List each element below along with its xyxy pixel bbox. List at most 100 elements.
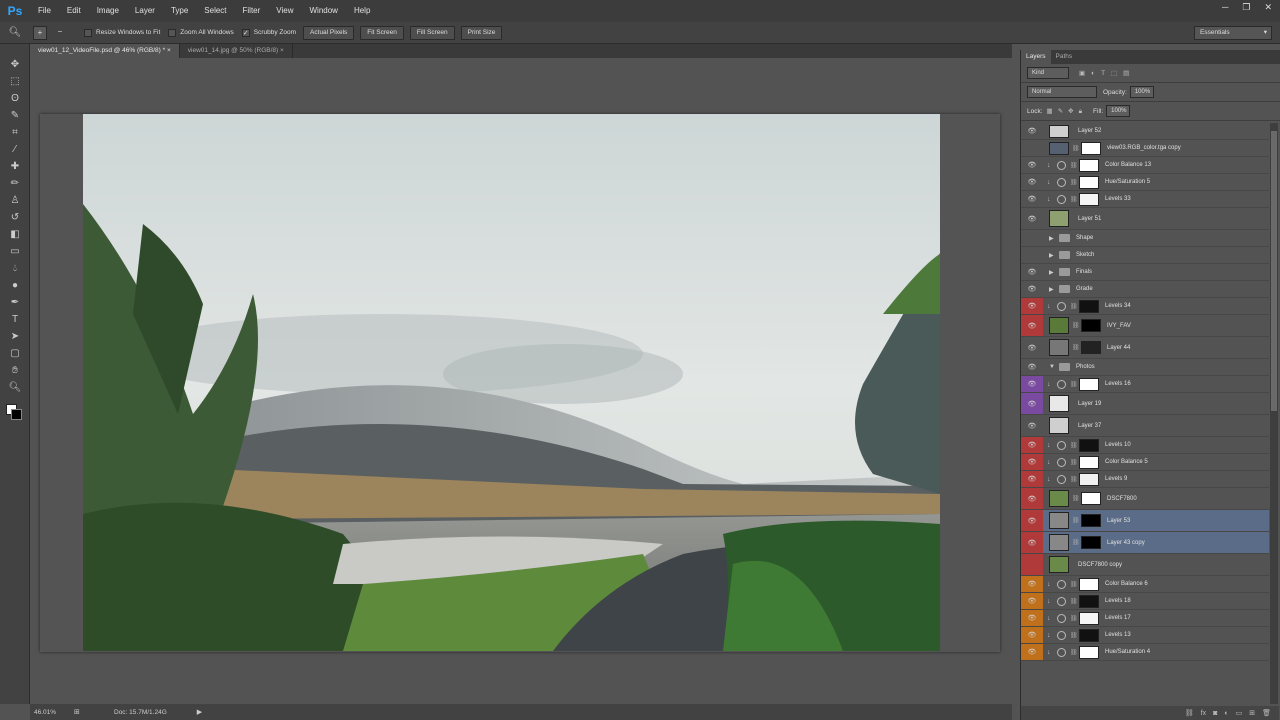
eye-icon[interactable]: 👁︎ <box>1021 510 1043 531</box>
eye-icon[interactable]: 👁︎ <box>1021 644 1043 660</box>
new-layer-icon[interactable]: ⊞ <box>1249 709 1255 717</box>
filter-icons[interactable]: ▣◐T⬚▤ <box>1079 69 1135 77</box>
menu-help[interactable]: Help <box>346 0 378 22</box>
adjustment-icon[interactable]: ◐ <box>1224 710 1228 717</box>
hidden-eye-slot[interactable] <box>1021 247 1043 263</box>
lasso-tool-icon[interactable]: ʘ <box>0 90 30 107</box>
path-select-tool-icon[interactable]: ➤ <box>0 328 30 345</box>
eye-icon[interactable]: 👁︎ <box>1021 191 1043 207</box>
layer-row[interactable]: 👁︎ ↓ ⛓︎ Color Balance 6 <box>1021 576 1269 593</box>
layer-row[interactable]: 👁︎ ↓ ⛓︎ Color Balance 13 <box>1021 157 1269 174</box>
layer-mask-thumbnail[interactable] <box>1081 319 1101 332</box>
layer-thumbnail[interactable] <box>1049 417 1069 434</box>
gradient-tool-icon[interactable]: ▭ <box>0 243 30 260</box>
layer-thumbnail[interactable] <box>1049 512 1069 529</box>
fit-screen-button[interactable]: Fit Screen <box>360 25 404 40</box>
chain-icon[interactable]: ⛓︎ <box>1070 598 1078 605</box>
layer-row[interactable]: 👁︎ Layer 37 <box>1021 415 1269 437</box>
eraser-tool-icon[interactable]: ◧ <box>0 226 30 243</box>
layer-mask-thumbnail[interactable] <box>1079 645 1099 659</box>
layer-kind-filter[interactable]: Kind <box>1027 67 1069 79</box>
layer-row[interactable]: 👁︎ ↓ ⛓︎ Levels 34 <box>1021 298 1269 315</box>
chain-icon[interactable]: ⛓︎ <box>1070 581 1078 588</box>
trash-icon[interactable]: 🗑︎ <box>1262 709 1271 717</box>
layer-mask-thumbnail[interactable] <box>1081 514 1101 527</box>
chain-icon[interactable]: ⛓︎ <box>1070 442 1078 449</box>
layer-mask-thumbnail[interactable] <box>1079 628 1099 642</box>
blend-mode-select[interactable]: Normal <box>1027 86 1097 98</box>
collapsed-arrow-icon[interactable]: ▶ <box>1049 286 1059 293</box>
layer-mask-thumbnail[interactable] <box>1079 577 1099 591</box>
status-menu-arrow-icon[interactable]: ▶ <box>197 708 202 716</box>
eye-icon[interactable]: 👁︎ <box>1021 610 1043 626</box>
eye-icon[interactable]: 👁︎ <box>1021 393 1043 414</box>
layer-row[interactable]: 👁︎ ▼ Photos <box>1021 359 1269 376</box>
menu-edit[interactable]: Edit <box>59 0 89 22</box>
eye-icon[interactable]: 👁︎ <box>1021 123 1043 139</box>
chain-icon[interactable]: ⛓︎ <box>1070 179 1078 186</box>
marquee-tool-icon[interactable]: ⬚ <box>0 73 30 90</box>
color-swatches[interactable] <box>0 400 30 426</box>
layer-row[interactable]: 👁︎ ↓ ⛓︎ Levels 18 <box>1021 593 1269 610</box>
eye-icon[interactable]: 👁︎ <box>1021 454 1043 470</box>
layer-row[interactable]: 👁︎ ↓ ⛓︎ Levels 9 <box>1021 471 1269 488</box>
layer-thumbnail[interactable] <box>1049 490 1069 507</box>
eye-icon[interactable]: 👁︎ <box>1021 627 1043 643</box>
background-color-swatch[interactable] <box>11 409 22 420</box>
tab-layers[interactable]: Layers <box>1021 50 1051 64</box>
pen-tool-icon[interactable]: ✒ <box>0 294 30 311</box>
healing-brush-tool-icon[interactable]: ✚ <box>0 158 30 175</box>
layer-row[interactable]: 👁︎ ↓ ⛓︎ Levels 16 <box>1021 376 1269 393</box>
chain-icon[interactable]: ⛓︎ <box>1072 322 1080 329</box>
zoom-out-icon[interactable]: − <box>53 26 67 40</box>
layer-mask-thumbnail[interactable] <box>1079 611 1099 625</box>
print-size-button[interactable]: Print Size <box>460 25 503 40</box>
layer-row[interactable]: 👁︎ ⛓︎ DSCF7800 <box>1021 488 1269 510</box>
layer-row[interactable]: ⛓︎ view03.RGB_color.tga copy <box>1021 140 1269 157</box>
zoom-all-checkbox[interactable]: Zoom All Windows <box>168 28 234 37</box>
layer-row[interactable]: 👁︎ ↓ ⛓︎ Color Balance 5 <box>1021 454 1269 471</box>
zoom-tool-preset-icon[interactable]: 🔍︎ <box>0 27 30 38</box>
chain-icon[interactable]: ⛓︎ <box>1070 649 1078 656</box>
collapsed-arrow-icon[interactable]: ▶ <box>1049 235 1059 242</box>
hidden-eye-slot[interactable] <box>1021 230 1043 246</box>
layer-mask-thumbnail[interactable] <box>1079 472 1099 486</box>
chain-icon[interactable]: ⛓︎ <box>1072 517 1080 524</box>
layer-mask-thumbnail[interactable] <box>1081 536 1101 549</box>
crop-tool-icon[interactable]: ⌗ <box>0 124 30 141</box>
layer-mask-thumbnail[interactable] <box>1081 492 1101 505</box>
actual-pixels-button[interactable]: Actual Pixels <box>303 25 355 40</box>
eyedropper-tool-icon[interactable]: ⁄ <box>0 141 30 158</box>
minimize-icon[interactable]: ─ <box>1222 0 1228 14</box>
brush-tool-icon[interactable]: ✏ <box>0 175 30 192</box>
export-icon[interactable]: ⊞ <box>74 708 114 716</box>
expanded-arrow-icon[interactable]: ▼ <box>1049 364 1059 370</box>
layer-row[interactable]: ▶ Sketch <box>1021 247 1269 264</box>
eye-icon[interactable]: 👁︎ <box>1021 471 1043 487</box>
history-brush-tool-icon[interactable]: ↺ <box>0 209 30 226</box>
menu-image[interactable]: Image <box>89 0 127 22</box>
layer-mask-thumbnail[interactable] <box>1079 455 1099 469</box>
eye-icon[interactable]: 👁︎ <box>1021 298 1043 314</box>
fx-icon[interactable]: fx <box>1201 710 1206 717</box>
move-tool-icon[interactable]: ✥ <box>0 56 30 73</box>
eye-icon[interactable]: 👁︎ <box>1021 359 1043 375</box>
menu-view[interactable]: View <box>268 0 301 22</box>
chain-icon[interactable]: ⛓︎ <box>1070 381 1078 388</box>
chain-icon[interactable]: ⛓︎ <box>1070 615 1078 622</box>
layer-thumbnail[interactable] <box>1049 556 1069 573</box>
menu-file[interactable]: File <box>30 0 59 22</box>
eye-icon[interactable]: 👁︎ <box>1021 337 1043 358</box>
collapsed-arrow-icon[interactable]: ▶ <box>1049 269 1059 276</box>
layer-mask-thumbnail[interactable] <box>1081 341 1101 354</box>
scrubby-zoom-checkbox[interactable]: ✓ Scrubby Zoom <box>241 28 296 37</box>
layer-thumbnail[interactable] <box>1049 317 1069 334</box>
layer-row[interactable]: 👁︎ ▶ Grade <box>1021 281 1269 298</box>
eye-icon[interactable]: 👁︎ <box>1021 437 1043 453</box>
layer-row[interactable]: 👁︎ ⛓︎ Layer 44 <box>1021 337 1269 359</box>
layer-mask-thumbnail[interactable] <box>1079 175 1099 189</box>
opacity-field[interactable]: 100% <box>1129 86 1154 98</box>
blur-tool-icon[interactable]: 💧︎ <box>0 260 30 277</box>
layer-row[interactable]: 👁︎ ↓ ⛓︎ Hue/Saturation 4 <box>1021 644 1269 661</box>
layer-row[interactable]: 👁︎ ▶ Finals <box>1021 264 1269 281</box>
